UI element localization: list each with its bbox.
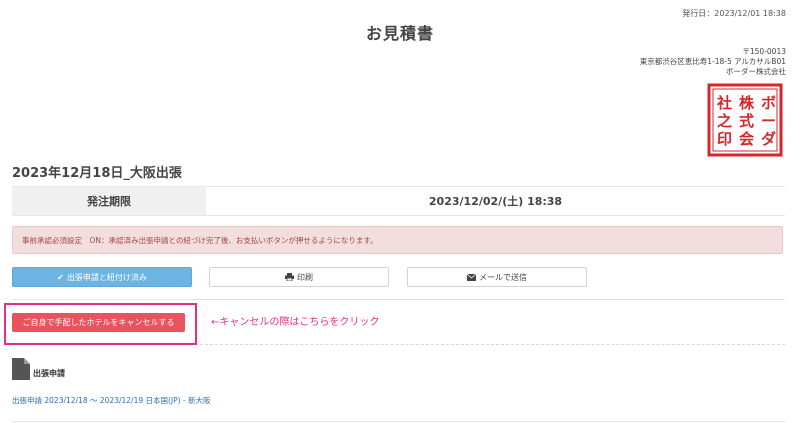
deadline-label: 発注期限 [12,187,206,215]
send-mail-button[interactable]: メールで送信 [407,267,587,287]
cancel-hotel-button[interactable]: ご自身で手配したホテルをキャンセルする [12,313,185,332]
svg-text:ー: ー [761,112,776,130]
bottom-divider [12,421,785,422]
svg-text:之: 之 [717,112,732,130]
deadline-value: 2023/12/02/(土) 18:38 [428,195,563,208]
svg-text:社: 社 [716,94,732,112]
company-info: 〒150-0013 東京都渋谷区恵比寿1-18-5 アルカサルB01 ボーダー株… [640,47,786,77]
svg-text:ボ: ボ [761,94,776,112]
company-name: ボーダー株式会社 [726,67,786,76]
envelope-icon [467,273,476,281]
page-title: お見積書 [365,24,434,43]
svg-text:ダ: ダ [761,130,776,148]
send-mail-label: メールで送信 [479,272,527,282]
trip-application-link[interactable]: 出張申請 2023/12/18 ～ 2023/12/19 日本国(JP) - 新… [12,395,211,406]
approval-alert: 事前承認必須設定 ON：承認済み出張申請との紐づけ完了後、お支払いボタンが押せる… [12,226,783,254]
linked-trip-button[interactable]: ✔ 出張申請と紐付け済み [12,267,192,287]
dashed-divider [200,344,785,345]
issued-date: 発行日：2023/12/01 18:38 [682,9,786,18]
printer-icon [285,273,294,281]
company-postal: 〒150-0013 [742,47,786,56]
order-deadline-row: 発注期限 2023/12/02/(土) 18:38 [12,186,785,216]
cancel-annotation: ←キャンセルの際はこちらをクリック [211,317,380,328]
print-label: 印刷 [297,272,313,282]
svg-text:印: 印 [717,130,732,148]
check-icon: ✔ [57,272,64,282]
document-icon [12,358,30,380]
svg-text:株: 株 [739,94,755,112]
print-button[interactable]: 印刷 [209,267,389,287]
divider [12,299,785,300]
trip-title: 2023年12月18日_大阪出張 [12,166,182,181]
svg-text:会: 会 [739,130,754,148]
trip-application-heading: 出張申請 [33,369,65,378]
company-seal: ボ ー ダ 株 式 会 社 之 印 [707,83,783,157]
linked-trip-label: 出張申請と紐付け済み [66,272,147,282]
svg-text:式: 式 [739,112,754,130]
company-address: 東京都渋谷区恵比寿1-18-5 アルカサルB01 [639,57,786,66]
